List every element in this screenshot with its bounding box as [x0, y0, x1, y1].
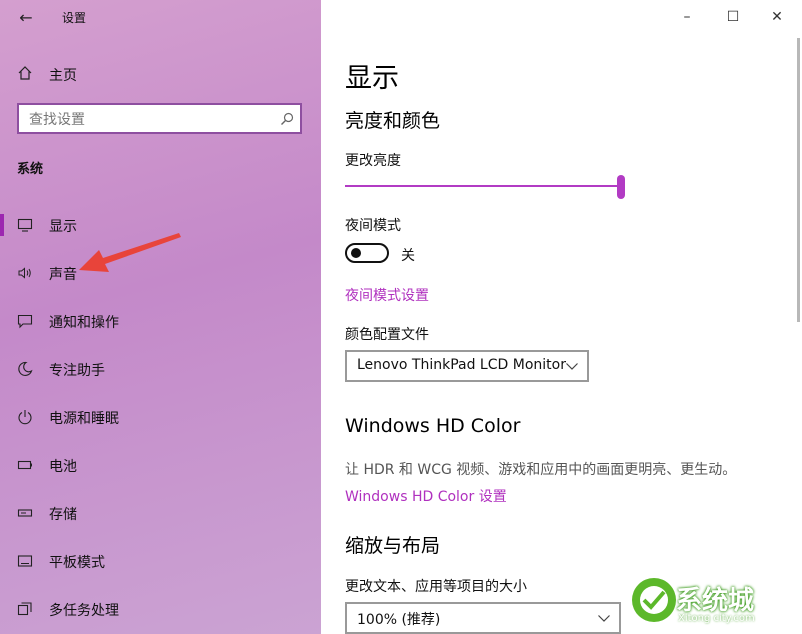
- sidebar-item-notifications[interactable]: 通知和操作: [0, 306, 321, 336]
- chevron-down-icon: [598, 615, 610, 622]
- page-title: 显示: [345, 63, 399, 94]
- night-mode-label: 夜间模式: [345, 218, 401, 234]
- speaker-icon: [18, 267, 31, 279]
- chevron-down-icon: [566, 363, 578, 370]
- scale-select[interactable]: 100% (推荐): [345, 602, 621, 634]
- maximize-button[interactable]: ☐: [710, 6, 756, 28]
- sidebar-item-label: 存储: [49, 507, 77, 523]
- night-mode-toggle[interactable]: [345, 243, 389, 263]
- battery-icon: [17, 460, 32, 470]
- brightness-label: 更改亮度: [345, 153, 401, 169]
- back-arrow-icon[interactable]: ←: [16, 8, 36, 28]
- hd-color-settings-link[interactable]: Windows HD Color 设置: [345, 486, 507, 506]
- sidebar: ← 设置 主页 系统 显示 声音 通知和操作: [0, 0, 321, 634]
- sidebar-item-storage[interactable]: 存储: [0, 498, 321, 528]
- close-button[interactable]: ✕: [754, 6, 800, 28]
- home-icon: [18, 66, 32, 80]
- select-value: 100% (推荐): [357, 612, 441, 628]
- search-input[interactable]: [27, 109, 271, 131]
- sidebar-item-label: 通知和操作: [49, 315, 119, 331]
- sidebar-item-home[interactable]: 主页: [0, 60, 321, 88]
- sidebar-item-battery[interactable]: 电池: [0, 450, 321, 480]
- watermark-text: 系统城: [676, 586, 755, 616]
- sidebar-item-label: 显示: [49, 219, 77, 235]
- hd-color-heading: Windows HD Color: [345, 415, 521, 437]
- search-box[interactable]: [17, 103, 302, 134]
- minimize-button[interactable]: –: [664, 6, 710, 28]
- message-icon: [17, 314, 33, 329]
- power-icon: [18, 410, 32, 425]
- sidebar-item-label: 电池: [49, 459, 77, 475]
- scrollbar[interactable]: [797, 38, 800, 322]
- sidebar-item-label: 主页: [49, 68, 77, 84]
- sidebar-item-multitasking[interactable]: 多任务处理: [0, 594, 321, 624]
- scale-label: 更改文本、应用等项目的大小: [345, 579, 527, 595]
- brightness-slider[interactable]: [345, 175, 625, 199]
- search-icon[interactable]: [280, 112, 294, 126]
- sidebar-item-tablet-mode[interactable]: 平板模式: [0, 546, 321, 576]
- tablet-icon: [17, 555, 33, 567]
- select-value: Lenovo ThinkPad LCD Monitor: [357, 357, 566, 373]
- section-title: 系统: [17, 162, 44, 177]
- sidebar-item-label: 电源和睡眠: [49, 411, 119, 427]
- sidebar-item-label: 平板模式: [49, 555, 105, 571]
- sidebar-item-focus-assist[interactable]: 专注助手: [0, 354, 321, 384]
- main-content: – ☐ ✕ 显示 亮度和颜色 更改亮度 夜间模式 关 夜间模式设置 颜色配置文件…: [321, 0, 802, 634]
- moon-icon: [18, 361, 33, 377]
- night-mode-settings-link[interactable]: 夜间模式设置: [345, 285, 429, 305]
- toggle-knob: [351, 248, 361, 258]
- watermark-url: Xitong city.com: [678, 613, 755, 624]
- slider-track: [345, 185, 617, 187]
- sidebar-item-power[interactable]: 电源和睡眠: [0, 402, 321, 432]
- color-profile-label: 颜色配置文件: [345, 327, 429, 343]
- slider-thumb[interactable]: [617, 175, 625, 199]
- night-mode-state: 关: [401, 248, 415, 264]
- annotation-arrow: [79, 233, 181, 272]
- scale-heading: 缩放与布局: [345, 535, 441, 557]
- monitor-icon: [17, 218, 33, 232]
- storage-icon: [17, 509, 33, 517]
- color-profile-select[interactable]: Lenovo ThinkPad LCD Monitor: [345, 350, 589, 382]
- selected-indicator: [0, 214, 4, 236]
- sidebar-item-label: 专注助手: [49, 363, 105, 379]
- app-title: 设置: [62, 11, 87, 25]
- multitask-icon: [17, 602, 32, 616]
- hd-color-description: 让 HDR 和 WCG 视频、游戏和应用中的画面更明亮、更生动。: [345, 462, 737, 478]
- sidebar-item-label: 多任务处理: [49, 603, 119, 619]
- sidebar-item-label: 声音: [49, 267, 77, 283]
- brightness-heading: 亮度和颜色: [345, 110, 441, 132]
